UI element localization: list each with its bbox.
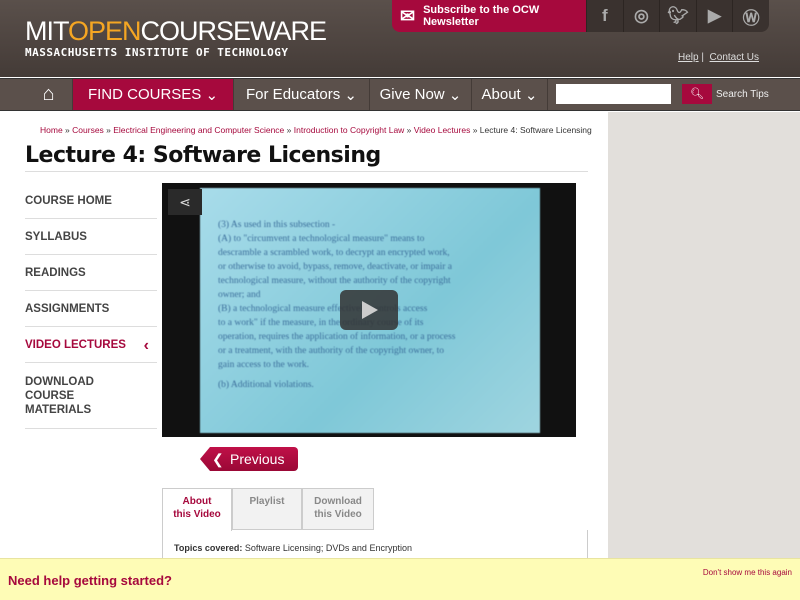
menu-syllabus[interactable]: SYLLABUS [25, 219, 157, 255]
right-sidebar [608, 112, 800, 600]
social-links: f ◎ 🐦︎ ▶ Ⓦ [586, 0, 769, 32]
youtube-icon[interactable]: ▶ [695, 0, 733, 32]
ocw-logo[interactable]: MITOPENCOURSEWARE [25, 16, 327, 47]
breadcrumb-department[interactable]: Electrical Engineering and Computer Scie… [113, 125, 284, 135]
tagline: MASSACHUSETTS INSTITUTE OF TECHNOLOGY [25, 46, 289, 59]
newsletter-button[interactable]: ✉ Subscribe to the OCW Newsletter [392, 0, 586, 32]
tab-about-video[interactable]: About this Video [162, 488, 232, 531]
envelope-icon: ✉ [400, 5, 416, 26]
video-player[interactable]: (3) As used in this subsection - (A) to "… [162, 183, 576, 437]
dismiss-link[interactable]: Don't show me this again [703, 568, 792, 577]
share-icon[interactable]: ⋖ [168, 189, 202, 215]
help-link[interactable]: Need help getting started? [8, 573, 172, 588]
breadcrumb-course[interactable]: Introduction to Copyright Law [294, 125, 405, 135]
play-button[interactable] [340, 290, 398, 330]
menu-course-home[interactable]: COURSE HOME [25, 183, 157, 219]
home-icon[interactable]: ⌂ [25, 79, 73, 110]
breadcrumb-courses[interactable]: Courses [72, 125, 104, 135]
tab-playlist[interactable]: Playlist [232, 488, 302, 530]
chevron-left-icon: ‹ [143, 337, 149, 354]
search-icon: 🔍︎ [690, 88, 704, 100]
nav-give[interactable]: Give Now ⌄ [370, 79, 472, 110]
help-banner: Need help getting started? Don't show me… [0, 558, 800, 600]
help-link[interactable]: Help [678, 52, 699, 63]
menu-video-lectures[interactable]: VIDEO LECTURES ‹ [25, 327, 157, 363]
page-title: Lecture 4: Software Licensing [25, 143, 381, 168]
contact-link[interactable]: Contact Us [710, 52, 759, 63]
main-nav: ⌂ FIND COURSES ⌄ For Educators ⌄ Give No… [0, 78, 800, 111]
previous-button[interactable]: ❮ Previous [200, 447, 298, 471]
breadcrumb-video-lectures[interactable]: Video Lectures [414, 125, 471, 135]
divider [25, 171, 588, 172]
nav-find-courses[interactable]: FIND COURSES ⌄ [73, 79, 234, 110]
chevron-left-icon: ❮ [212, 451, 224, 467]
menu-readings[interactable]: READINGS [25, 255, 157, 291]
topics-covered: Topics covered: Software Licensing; DVDs… [174, 543, 412, 553]
breadcrumb: Home » Courses » Electrical Engineering … [40, 125, 592, 135]
breadcrumb-home[interactable]: Home [40, 125, 63, 135]
instagram-icon[interactable]: ◎ [622, 0, 660, 32]
search-tips-link[interactable]: Search Tips [716, 89, 769, 100]
search-button[interactable]: 🔍︎ [682, 84, 712, 104]
twitter-icon[interactable]: 🐦︎ [659, 0, 696, 32]
tab-download-video[interactable]: Download this Video [302, 488, 374, 530]
course-menu: COURSE HOME SYLLABUS READINGS ASSIGNMENT… [25, 183, 157, 429]
breadcrumb-current: Lecture 4: Software Licensing [479, 125, 592, 135]
search-input[interactable] [556, 84, 671, 104]
site-header: MITOPENCOURSEWARE MASSACHUSETTS INSTITUT… [0, 0, 800, 77]
nav-educators[interactable]: For Educators ⌄ [234, 79, 370, 110]
wordpress-icon[interactable]: Ⓦ [732, 0, 769, 32]
menu-assignments[interactable]: ASSIGNMENTS [25, 291, 157, 327]
facebook-icon[interactable]: f [586, 0, 623, 32]
menu-download[interactable]: DOWNLOAD COURSE MATERIALS [25, 363, 157, 429]
nav-about[interactable]: About ⌄ [472, 79, 548, 110]
